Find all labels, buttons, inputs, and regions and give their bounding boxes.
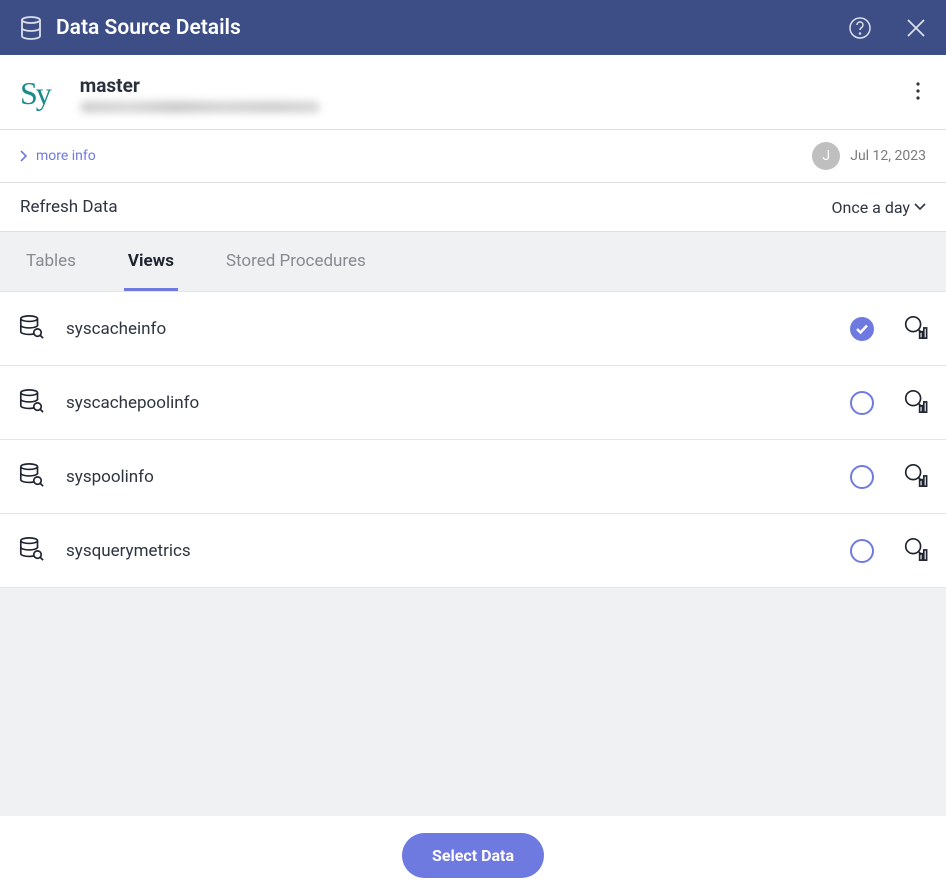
avatar[interactable]: J (812, 142, 840, 170)
list-item[interactable]: syscachepoolinfo (0, 366, 946, 440)
tab-stored-procedures[interactable]: Stored Procedures (222, 233, 370, 291)
help-icon[interactable] (848, 16, 872, 40)
preview-icon[interactable] (874, 536, 928, 566)
refresh-row: Refresh Data Once a day (0, 183, 946, 232)
tab-tables[interactable]: Tables (22, 233, 80, 291)
select-data-button[interactable]: Select Data (402, 833, 544, 878)
database-search-icon (18, 536, 66, 566)
more-info-link[interactable]: more info (36, 148, 96, 164)
meta-row: more info J Jul 12, 2023 (0, 130, 946, 183)
preview-icon[interactable] (874, 388, 928, 418)
checkbox-unchecked[interactable] (850, 391, 874, 415)
database-icon (20, 16, 42, 40)
source-name: master (80, 74, 320, 97)
database-search-icon (18, 314, 66, 344)
dialog-title: Data Source Details (56, 16, 834, 40)
chevron-right-icon[interactable] (18, 150, 28, 162)
view-name: syspoolinfo (66, 467, 850, 487)
source-logo: Sy (20, 75, 50, 112)
views-list: syscacheinfo syscachepoolinfo syspoolinf… (0, 292, 946, 588)
created-date: Jul 12, 2023 (850, 148, 926, 164)
view-name: sysquerymetrics (66, 541, 850, 561)
checkbox-unchecked[interactable] (850, 465, 874, 489)
dialog-header: Data Source Details (0, 0, 946, 55)
preview-icon[interactable] (874, 314, 928, 344)
footer: Select Data (0, 816, 946, 880)
checkbox-checked[interactable] (850, 317, 874, 341)
refresh-frequency-dropdown[interactable]: Once a day (831, 198, 926, 217)
source-subtitle-blurred (80, 101, 320, 113)
list-item[interactable]: syspoolinfo (0, 440, 946, 514)
list-item[interactable]: sysquerymetrics (0, 514, 946, 588)
preview-icon[interactable] (874, 462, 928, 492)
database-search-icon (18, 388, 66, 418)
close-icon[interactable] (906, 18, 926, 38)
view-name: syscacheinfo (66, 319, 850, 339)
checkbox-unchecked[interactable] (850, 539, 874, 563)
chevron-down-icon (914, 203, 926, 211)
tabs: Tables Views Stored Procedures (0, 232, 946, 292)
refresh-label: Refresh Data (20, 197, 118, 217)
list-item[interactable]: syscacheinfo (0, 292, 946, 366)
refresh-value-text: Once a day (831, 198, 910, 217)
list-empty-area (0, 588, 946, 816)
view-name: syscachepoolinfo (66, 393, 850, 413)
source-info-section: Sy master (0, 55, 946, 130)
tab-views[interactable]: Views (124, 233, 178, 291)
database-search-icon (18, 462, 66, 492)
more-options-icon[interactable] (910, 72, 926, 114)
